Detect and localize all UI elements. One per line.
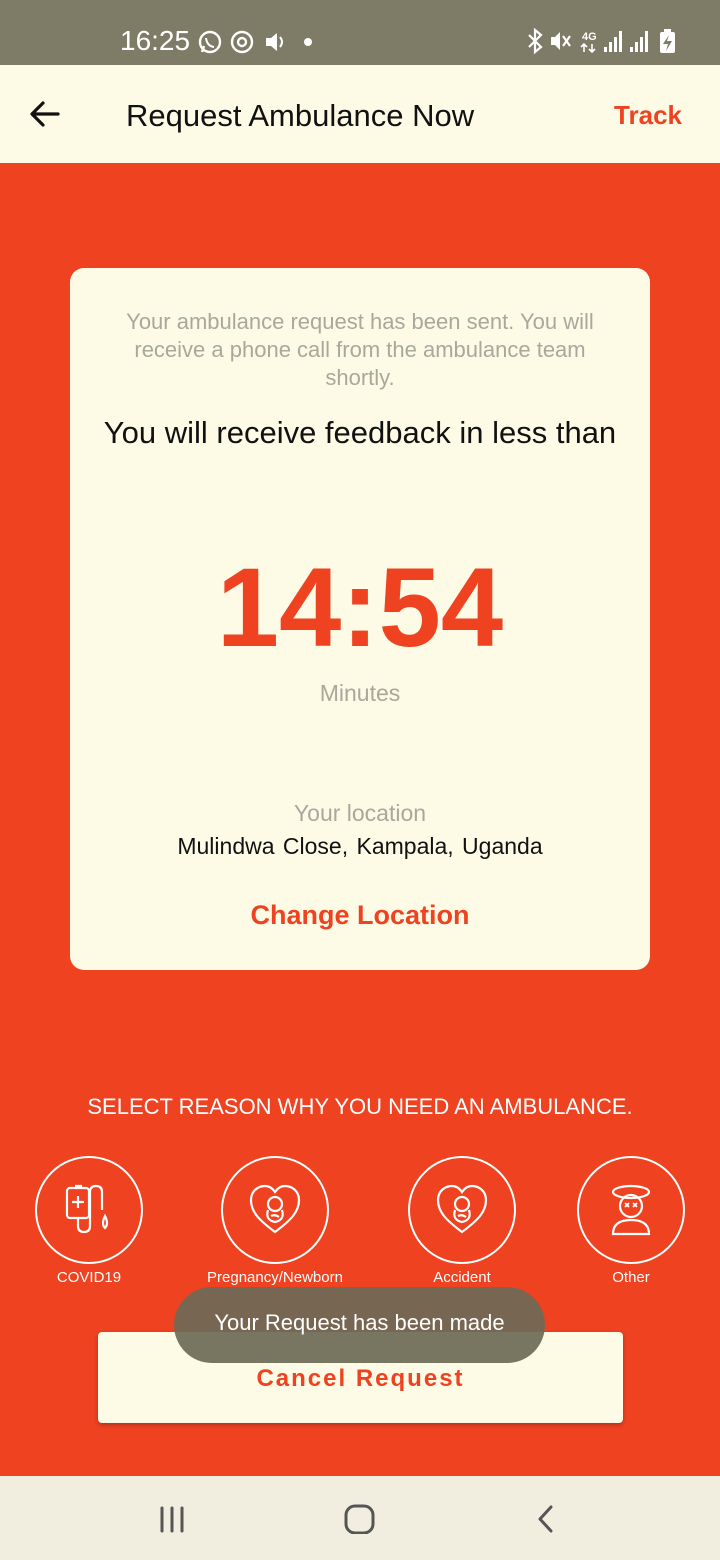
sync-icon [230, 30, 254, 54]
change-location-button[interactable]: Change Location [235, 898, 485, 932]
reason-other[interactable]: Other [551, 1156, 711, 1288]
track-button[interactable]: Track [614, 99, 682, 131]
whatsapp-icon [198, 30, 222, 54]
timer-unit-label: Minutes [319, 680, 401, 706]
reason-label: Other [612, 1269, 650, 1286]
recent-apps-button[interactable] [153, 1504, 193, 1534]
baby-heart-icon [249, 1184, 301, 1234]
reason-heading: SELECT REASON WHY YOU NEED AN AMBULANCE. [87, 1094, 633, 1119]
system-nav-bar [0, 1476, 720, 1560]
covid-drip-icon [65, 1184, 109, 1234]
status-left-icons [198, 30, 312, 54]
reason-label: Pregnancy/Newborn [207, 1269, 343, 1286]
dot-icon [304, 38, 312, 46]
back-icon [538, 1505, 553, 1533]
volume-icon [266, 33, 283, 51]
location-value: Mulindwa Close, Kampala, Uganda [177, 833, 543, 859]
nav-back-button[interactable] [527, 1504, 567, 1534]
status-bar: 16:25 4G [0, 0, 720, 65]
feedback-text: You will receive feedback in less than [103, 415, 617, 450]
reason-icon-circle [221, 1156, 329, 1264]
recent-apps-icon [160, 1506, 184, 1533]
svg-text:4G: 4G [582, 31, 597, 43]
request-status-card: Your ambulance request has been sent. Yo… [70, 268, 650, 970]
reason-icon-circle [408, 1156, 516, 1264]
countdown-timer: 14:54 [216, 545, 504, 670]
baby-heart-icon [436, 1184, 488, 1234]
home-button[interactable] [340, 1504, 380, 1535]
home-icon [344, 1504, 375, 1535]
location-label: Your location [293, 800, 427, 826]
page-title: Request Ambulance Now [126, 98, 475, 133]
reason-label: Accident [433, 1269, 491, 1286]
reason-icon-circle [577, 1156, 685, 1264]
toast-text: Your Request has been made [214, 1310, 505, 1335]
toast-notification: Your Request has been made [174, 1287, 545, 1363]
reason-label: COVID19 [56, 1269, 122, 1286]
mute-icon [551, 32, 571, 50]
signal-icon [630, 31, 648, 52]
request-sent-message: Your ambulance request has been sent. Yo… [126, 309, 594, 390]
status-right-icons: 4G [528, 27, 675, 55]
network-4g-icon: 4G [580, 31, 597, 54]
app-bar: Request Ambulance Now Track [0, 65, 720, 163]
reason-icon-circle [35, 1156, 143, 1264]
back-button[interactable] [28, 99, 62, 129]
battery-charging-icon [660, 29, 675, 53]
arrow-left-icon [30, 101, 60, 127]
dizzy-person-icon [611, 1184, 651, 1236]
bluetooth-icon [528, 27, 543, 55]
status-time: 16:25 [120, 25, 191, 56]
cancel-request-label: Cancel Request [256, 1365, 465, 1392]
reason-pregnancy-newborn[interactable]: Pregnancy/Newborn [195, 1156, 355, 1288]
signal-icon [604, 31, 622, 52]
reason-covid19[interactable]: COVID19 [9, 1156, 169, 1288]
reason-accident[interactable]: Accident [382, 1156, 542, 1288]
